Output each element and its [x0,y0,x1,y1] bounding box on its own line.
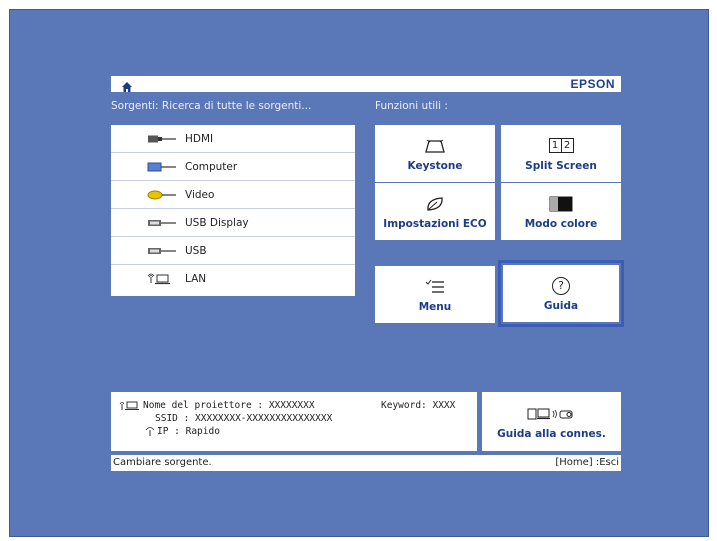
hdmi-port-icon [137,134,177,144]
home-icon [121,78,133,92]
help-label: Guida [543,299,579,312]
eco-settings-button[interactable]: Impostazioni ECO [375,183,495,240]
epson-logo: EPSON [570,77,615,91]
source-item-computer[interactable]: Computer [111,153,355,181]
help-button[interactable]: ? Guida [498,260,624,327]
split-screen-label: Split Screen [525,159,597,172]
source-item-hdmi[interactable]: HDMI [111,125,355,153]
keystone-button[interactable]: Keystone [375,125,495,182]
source-item-usb[interactable]: USB [111,237,355,265]
connection-guide-label: Guida alla connes. [497,427,606,440]
network-info-panel: Nome del proiettore : XXXXXXXX Keyword: … [111,392,477,451]
source-label: USB [185,244,207,257]
home-exit-hint: [Home] :Esci [555,457,619,468]
leaf-icon [425,194,445,214]
source-label: USB Display [185,216,249,229]
menu-list-icon [425,277,445,297]
sources-header: Sorgenti: Ricerca di tutte le sorgenti..… [111,100,312,112]
status-bar: Cambiare sorgente. [Home] :Esci [111,455,621,471]
ssid: SSID : XXXXXXXX-XXXXXXXXXXXXXXX [155,413,333,424]
source-label: Video [185,188,215,201]
color-mode-icon [549,194,573,214]
eco-settings-label: Impostazioni ECO [383,217,487,230]
projector-name: Nome del proiettore : XXXXXXXX [143,400,315,411]
video-port-icon [137,190,177,200]
connection-guide-button[interactable]: Guida alla connes. [482,392,621,451]
wireless-icon [145,426,155,439]
menu-button[interactable]: Menu [375,266,495,323]
usb-port-icon [137,246,177,256]
connection-devices-icon [527,404,577,424]
help-icon: ? [552,276,570,296]
split-screen-button[interactable]: 1 2 Split Screen [501,125,621,182]
color-mode-label: Modo colore [524,217,598,230]
computer-port-icon [137,162,177,172]
status-hint: Cambiare sorgente. [113,457,212,468]
source-label: Computer [185,160,238,173]
source-list: HDMI Computer Video USB Display USB LAN [111,125,355,296]
source-item-usb-display[interactable]: USB Display [111,209,355,237]
keyword: Keyword: XXXX [381,400,456,411]
source-item-video[interactable]: Video [111,181,355,209]
source-label: HDMI [185,132,214,145]
color-mode-button[interactable]: Modo colore [501,183,621,240]
source-label: LAN [185,273,207,285]
source-item-lan[interactable]: LAN [111,265,355,293]
split-screen-icon: 1 2 [548,136,574,156]
menu-label: Menu [418,300,452,313]
ip-mode: IP : Rapido [157,426,220,437]
usb-display-port-icon [137,218,177,228]
top-bar: EPSON [111,76,621,92]
functions-header: Funzioni utili : [375,100,448,112]
lan-icon [137,273,177,285]
keystone-icon [424,136,446,156]
network-icon [119,400,141,414]
keystone-label: Keystone [407,159,463,172]
